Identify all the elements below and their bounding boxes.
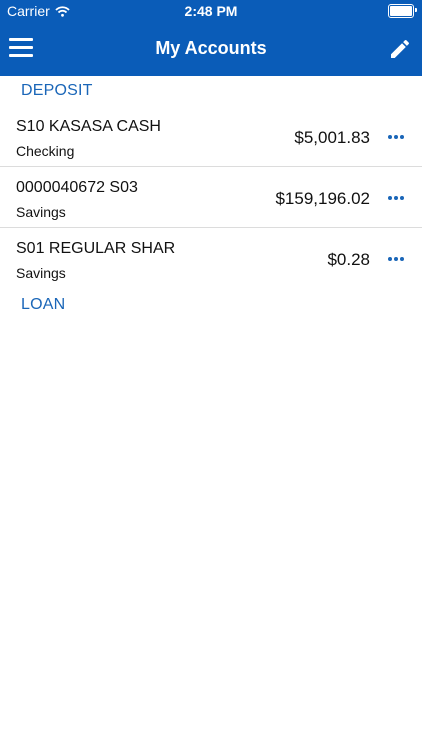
status-bar: Carrier 2:48 PM [0, 0, 422, 22]
edit-button[interactable] [388, 37, 412, 61]
account-name: 0000040672 S03 [16, 179, 138, 196]
battery-icon [388, 4, 417, 18]
account-type: Savings [16, 204, 66, 220]
more-icon[interactable] [388, 257, 404, 263]
more-icon[interactable] [388, 135, 404, 141]
account-row-regular-shar[interactable]: S01 REGULAR SHAR Savings $0.28 [0, 228, 422, 288]
account-row-0000040672-s03[interactable]: 0000040672 S03 Savings $159,196.02 [0, 167, 422, 228]
pencil-icon [391, 39, 410, 58]
account-balance: $0.28 [327, 250, 370, 269]
app-header: Carrier 2:48 PM My Accounts [0, 0, 422, 76]
more-icon[interactable] [388, 196, 404, 202]
page-title: My Accounts [155, 38, 267, 58]
account-name: S01 REGULAR SHAR [16, 240, 176, 257]
account-row-kasasa-cash[interactable]: S10 KASASA CASH Checking $5,001.83 [0, 106, 422, 167]
account-type: Checking [16, 143, 75, 159]
account-balance: $159,196.02 [275, 189, 370, 208]
section-header-deposit: DEPOSIT [21, 82, 93, 99]
account-name: S10 KASASA CASH [16, 118, 161, 135]
status-time: 2:48 PM [184, 3, 238, 19]
section-header-loan: LOAN [21, 296, 66, 313]
account-balance: $5,001.83 [294, 128, 370, 147]
account-type: Savings [16, 265, 66, 281]
